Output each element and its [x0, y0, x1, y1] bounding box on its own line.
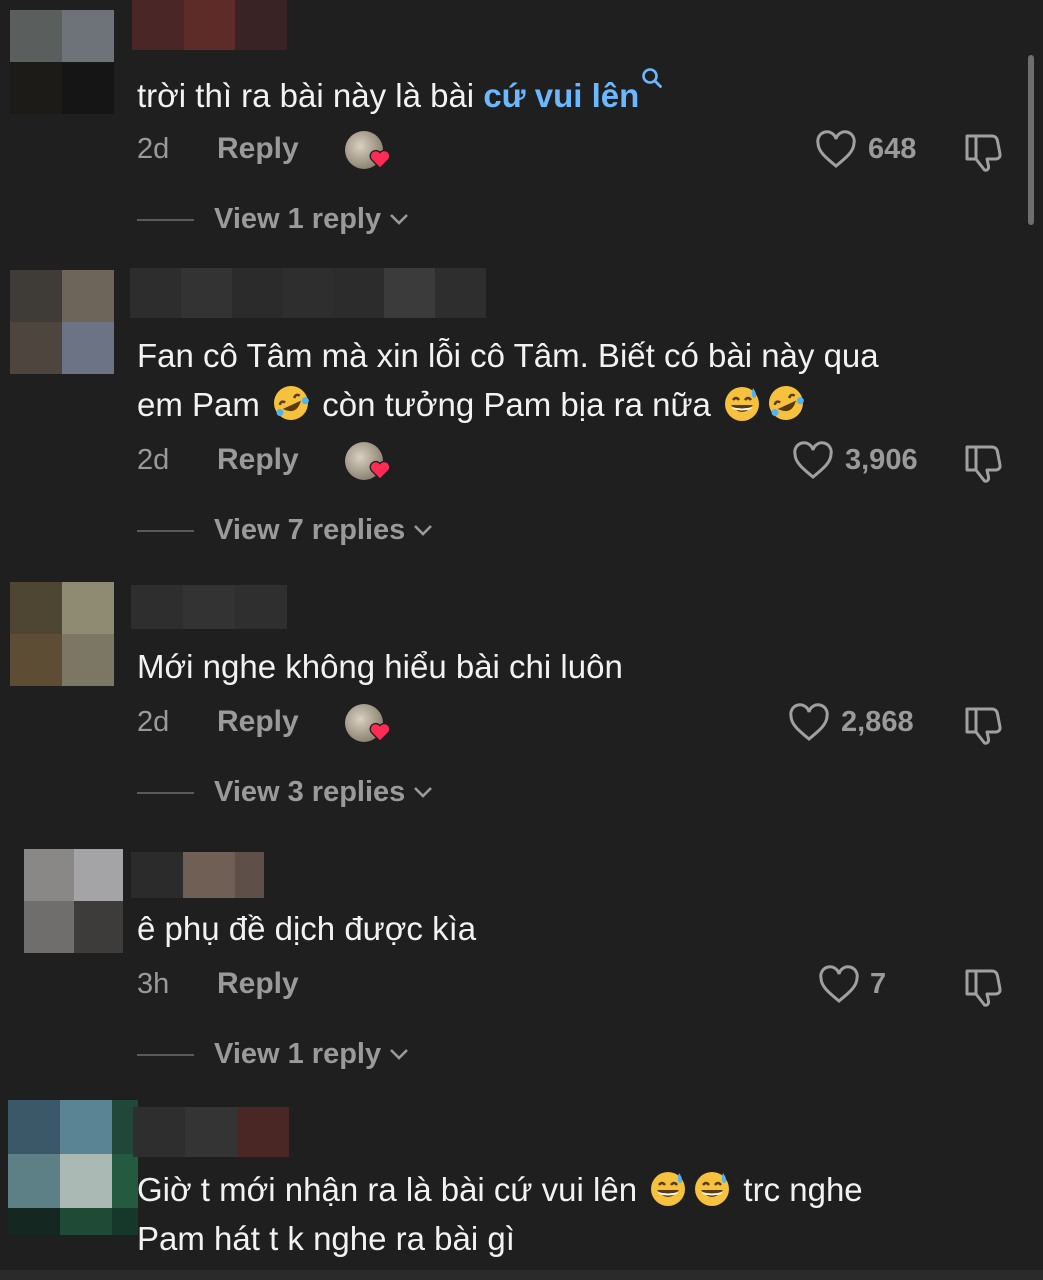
creator-heart-icon — [369, 460, 391, 480]
reply-button[interactable]: Reply — [217, 443, 299, 477]
chevron-down-icon — [414, 787, 433, 798]
rolling-on-floor-laughing-emoji — [274, 386, 309, 420]
username-blurred[interactable] — [132, 0, 287, 50]
heart-outline-icon[interactable] — [815, 130, 857, 170]
comment-timestamp: 2d — [137, 133, 170, 165]
chevron-down-icon — [414, 525, 433, 536]
comment-text-line2: Pam hát t k nghe ra bài gì — [137, 1220, 515, 1257]
thumbs-down-icon[interactable] — [962, 130, 1006, 174]
username-blurred[interactable] — [131, 852, 264, 898]
comment-text: trời thì ra bài này là bài cứ vui lên — [137, 67, 663, 120]
avatar-blurred[interactable] — [8, 1100, 138, 1235]
username-blurred[interactable] — [131, 585, 287, 629]
avatar-blurred[interactable] — [10, 270, 114, 374]
like-count: 2,868 — [841, 706, 914, 738]
avatar-blurred[interactable] — [24, 849, 123, 953]
chevron-down-icon — [390, 1049, 409, 1060]
comment-timestamp: 2d — [137, 706, 170, 738]
comment-text-line2: em Pam còn tưởng Pam bịa ra nữa — [137, 380, 808, 429]
rolling-on-floor-laughing-emoji — [769, 386, 804, 420]
grinning-sweat-emoji — [695, 1172, 730, 1206]
scrollbar[interactable] — [1028, 55, 1034, 225]
chevron-down-icon — [390, 214, 409, 225]
search-link[interactable]: cứ vui lên — [483, 77, 639, 114]
avatar-blurred[interactable] — [10, 582, 114, 686]
view-replies-button[interactable]: View 1 reply — [214, 1038, 409, 1071]
username-blurred[interactable] — [130, 268, 486, 318]
comment-text: Mới nghe không hiểu bài chi luôn — [137, 648, 623, 685]
username-blurred[interactable] — [133, 1107, 289, 1157]
heart-outline-icon[interactable] — [818, 965, 860, 1005]
creator-heart-icon — [369, 722, 391, 742]
comment-timestamp: 2d — [137, 444, 170, 476]
grinning-sweat-emoji — [725, 387, 760, 421]
thumbs-down-icon[interactable] — [962, 441, 1006, 485]
comment-text: Fan cô Tâm mà xin lỗi cô Tâm. Biết có bà… — [137, 337, 879, 374]
view-replies-button[interactable]: View 1 reply — [214, 203, 409, 236]
reply-button[interactable]: Reply — [217, 967, 299, 1001]
replies-divider — [137, 219, 194, 221]
replies-divider — [137, 530, 194, 532]
comment-text: ê phụ đề dịch được kìa — [137, 910, 477, 947]
avatar-blurred[interactable] — [10, 10, 114, 114]
comment-timestamp: 3h — [137, 968, 170, 1000]
heart-outline-icon[interactable] — [792, 441, 834, 481]
view-replies-button[interactable]: View 7 replies — [214, 514, 433, 547]
creator-heart-icon — [369, 149, 391, 169]
like-count: 7 — [870, 968, 887, 1000]
comment-text: Giờ t mới nhận ra là bài cứ vui lên trc … — [137, 1165, 863, 1214]
like-count: 3,906 — [845, 444, 918, 476]
replies-divider — [137, 792, 194, 794]
bottom-input-bar[interactable] — [0, 1270, 1043, 1280]
reply-button[interactable]: Reply — [217, 132, 299, 166]
grinning-sweat-emoji — [651, 1172, 686, 1206]
search-icon[interactable] — [641, 67, 663, 89]
reply-button[interactable]: Reply — [217, 705, 299, 739]
thumbs-down-icon[interactable] — [962, 965, 1006, 1009]
heart-outline-icon[interactable] — [788, 703, 830, 743]
replies-divider — [137, 1054, 194, 1056]
view-replies-button[interactable]: View 3 replies — [214, 776, 433, 809]
thumbs-down-icon[interactable] — [962, 703, 1006, 747]
like-count: 648 — [868, 133, 917, 165]
